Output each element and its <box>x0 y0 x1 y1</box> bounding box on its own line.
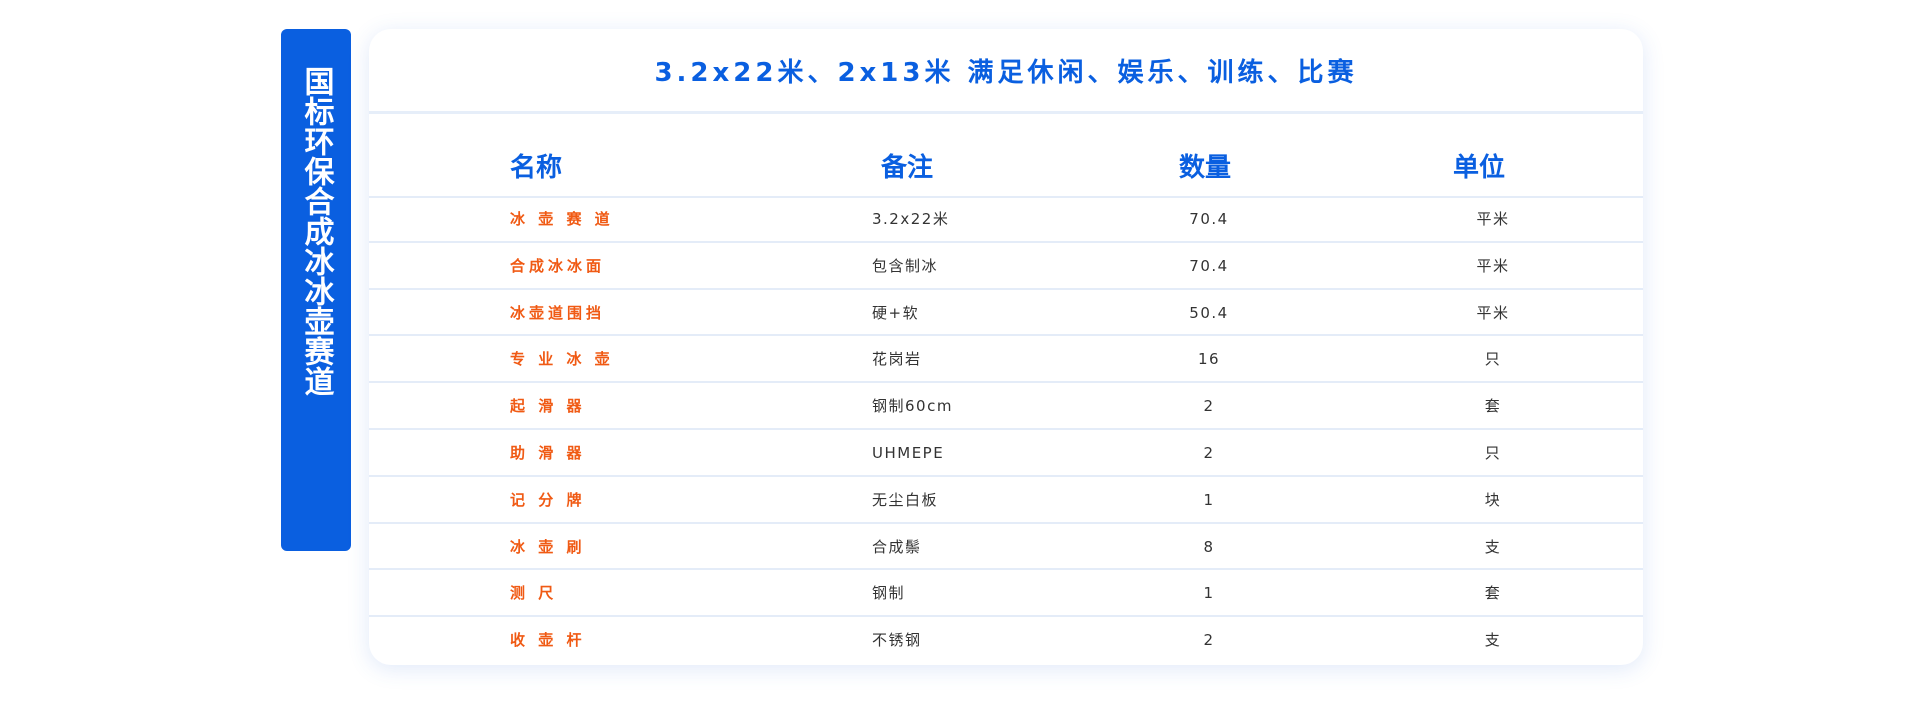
row-unit: 只 <box>1484 443 1502 462</box>
table-body: 冰 壶 赛 道 3.2x22米 70.4 平米 合成冰冰面 包含制冰 70.4 … <box>369 196 1643 664</box>
row-name: 起 滑 器 <box>510 397 586 416</box>
table-row: 起 滑 器 钢制60cm 2 套 <box>369 383 1643 430</box>
card-title: 3.2x22米、2x13米 满足休闲、娱乐、训练、比赛 <box>369 29 1643 114</box>
row-name: 测 尺 <box>510 584 558 603</box>
table-row: 冰 壶 赛 道 3.2x22米 70.4 平米 <box>369 196 1643 243</box>
row-note: 3.2x22米 <box>872 210 950 228</box>
row-qty: 8 <box>1203 537 1215 556</box>
table-row: 记 分 牌 无尘白板 1 块 <box>369 477 1643 524</box>
side-tab: 国标环保合成冰冰壶赛道 <box>281 29 351 551</box>
table-row: 冰 壶 刷 合成鬃 8 支 <box>369 524 1643 571</box>
row-name: 冰 壶 刷 <box>510 537 586 556</box>
header-qty: 数量 <box>1179 153 1232 183</box>
row-note: 合成鬃 <box>872 537 922 556</box>
row-name: 助 滑 器 <box>510 443 586 462</box>
header-note: 备注 <box>881 153 934 183</box>
row-name: 记 分 牌 <box>510 490 586 509</box>
row-note: 包含制冰 <box>872 256 939 275</box>
row-unit: 平米 <box>1476 256 1510 275</box>
row-qty: 2 <box>1203 397 1215 416</box>
row-qty: 70.4 <box>1189 256 1229 275</box>
row-name: 专 业 冰 壶 <box>510 350 614 369</box>
side-tab-label: 国标环保合成冰冰壶赛道 <box>298 66 334 396</box>
row-name: 收 壶 杆 <box>510 631 586 650</box>
row-qty: 2 <box>1203 443 1215 462</box>
row-unit: 块 <box>1484 490 1502 509</box>
row-qty: 1 <box>1203 584 1215 603</box>
row-note: 不锈钢 <box>872 631 922 650</box>
row-qty: 2 <box>1203 631 1215 650</box>
header-unit: 单位 <box>1453 153 1506 183</box>
row-note: 钢制60cm <box>872 397 953 416</box>
row-note: 无尘白板 <box>872 490 939 509</box>
row-note: UHMEPE <box>872 443 945 462</box>
table-header: 名称 备注 数量 单位 <box>369 114 1643 198</box>
row-name: 合成冰冰面 <box>510 256 606 275</box>
table-row: 测 尺 钢制 1 套 <box>369 570 1643 618</box>
row-name: 冰壶道围挡 <box>510 303 606 322</box>
row-unit: 平米 <box>1476 303 1510 322</box>
row-unit: 只 <box>1484 350 1502 369</box>
equipment-card: 3.2x22米、2x13米 满足休闲、娱乐、训练、比赛 名称 备注 数量 单位 … <box>369 29 1643 665</box>
table-row: 助 滑 器 UHMEPE 2 只 <box>369 430 1643 477</box>
row-qty: 16 <box>1197 350 1221 369</box>
row-unit: 套 <box>1484 397 1502 416</box>
row-qty: 1 <box>1203 490 1215 509</box>
row-qty: 70.4 <box>1189 210 1229 228</box>
row-name: 冰 壶 赛 道 <box>510 210 614 228</box>
row-note: 硬+软 <box>872 303 920 322</box>
table-row: 冰壶道围挡 硬+软 50.4 平米 <box>369 290 1643 337</box>
row-note: 钢制 <box>872 584 906 603</box>
table-row: 收 壶 杆 不锈钢 2 支 <box>369 617 1643 664</box>
row-qty: 50.4 <box>1189 303 1229 322</box>
header-name: 名称 <box>510 153 563 183</box>
table-row: 专 业 冰 壶 花岗岩 16 只 <box>369 336 1643 384</box>
row-unit: 支 <box>1484 631 1502 650</box>
row-unit: 平米 <box>1476 210 1510 228</box>
row-unit: 支 <box>1484 537 1502 556</box>
table-row: 合成冰冰面 包含制冰 70.4 平米 <box>369 243 1643 290</box>
row-unit: 套 <box>1484 584 1502 603</box>
row-note: 花岗岩 <box>872 350 922 369</box>
